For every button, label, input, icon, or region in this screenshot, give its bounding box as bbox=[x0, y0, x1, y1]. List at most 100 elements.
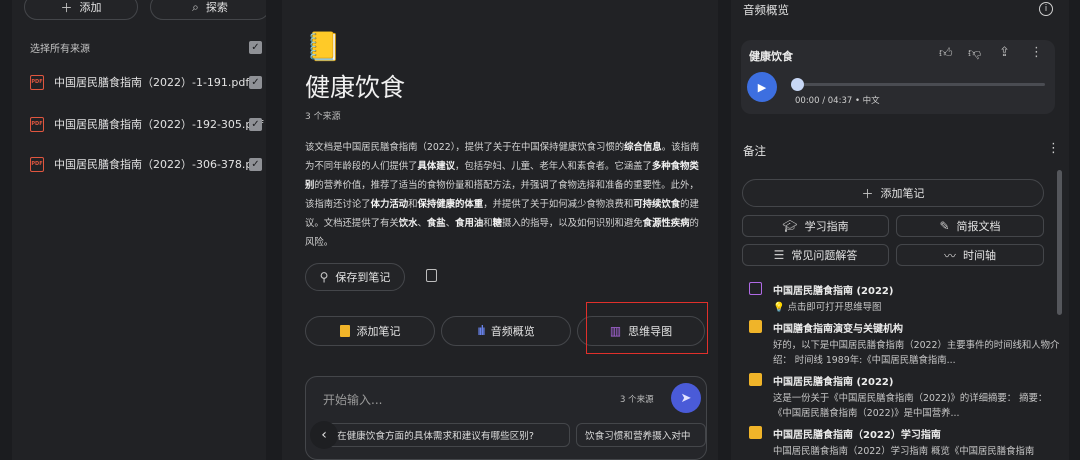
summary-segment: 综合信息 bbox=[624, 142, 662, 153]
notebook-title: 健康饮食 bbox=[305, 73, 406, 102]
note-desc: 这是一份关于《中国居民膳食指南（2022)》的详细摘要： 摘要：《中国居民膳食指… bbox=[773, 393, 1048, 419]
thumbs-up-icon[interactable]: 👍︎ bbox=[939, 46, 953, 61]
pdf-icon: PDF bbox=[30, 74, 44, 90]
suggestions-back-button[interactable]: ‹ bbox=[310, 421, 338, 449]
timeline-button[interactable]: 〰 时间轴 bbox=[896, 244, 1044, 266]
pin-icon: ⚲ bbox=[319, 270, 329, 284]
note-item[interactable]: 中国居民膳食指南 (2022) 这是一份关于《中国居民膳食指南（2022)》的详… bbox=[749, 373, 1061, 421]
add-note-button[interactable]: ＋ 添加笔记 bbox=[742, 179, 1044, 207]
note-item[interactable]: 中国居民膳食指南 (2022) 💡 点击即可打开思维导图 bbox=[749, 282, 1061, 315]
source-checkbox[interactable]: ✓ bbox=[249, 76, 262, 89]
summary-segment: ，包括孕妇、儿童、老年人和素食者。它涵盖了 bbox=[455, 161, 652, 172]
source-name: 中国居民膳食指南（2022）-306-378.p... bbox=[54, 158, 263, 171]
play-icon: ▶ bbox=[757, 80, 767, 94]
audio-progress-knob[interactable] bbox=[791, 78, 804, 91]
summary-segment: 、 bbox=[445, 218, 456, 229]
audio-wave-icon: ıılı bbox=[477, 323, 486, 339]
notes-scrollbar[interactable] bbox=[1057, 170, 1062, 315]
summary-segment: 摄入的指导，以及如何识别和避免 bbox=[502, 218, 643, 229]
note-title: 中国居民膳食指南 (2022) bbox=[773, 286, 894, 297]
source-item[interactable]: PDF 中国居民膳食指南（2022）-306-378.p... bbox=[30, 154, 266, 174]
briefing-doc-label: 简报文档 bbox=[956, 220, 1001, 233]
source-item[interactable]: PDF 中国居民膳食指南（2022）-192-305.pdf bbox=[30, 114, 266, 134]
pdf-icon: PDF bbox=[30, 116, 44, 132]
explore-label: 探索 bbox=[205, 1, 228, 14]
add-note-action-button[interactable]: 添加笔记 bbox=[305, 316, 435, 346]
audio-overview-action-button[interactable]: ıılı 音频概览 bbox=[441, 316, 571, 346]
save-to-note-label: 保存到笔记 bbox=[335, 271, 391, 284]
share-icon[interactable]: ⇪ bbox=[999, 45, 1010, 60]
note-desc: 💡 点击即可打开思维导图 bbox=[773, 302, 882, 313]
suggestion-chip[interactable]: 饮食习惯和营养摄入对中 bbox=[576, 423, 706, 447]
send-button[interactable]: ➤ bbox=[671, 383, 701, 413]
audio-title: 健康饮食 bbox=[749, 50, 793, 63]
source-name: 中国居民膳食指南（2022）-192-305.pdf bbox=[54, 118, 264, 131]
play-button[interactable]: ▶ bbox=[747, 72, 777, 102]
source-checkbox[interactable]: ✓ bbox=[249, 118, 262, 131]
note-desc: 好的，以下是中国居民膳食指南（2022）主要事件的时间线和人物介绍： 时间线 1… bbox=[773, 340, 1060, 366]
send-icon: ➤ bbox=[680, 390, 692, 406]
note-desc: 中国居民膳食指南（2022）学习指南 概览《中国居民膳食指南（2022）》是关于… bbox=[773, 446, 1035, 457]
notebook-emoji: 📒 bbox=[306, 30, 341, 63]
summary-segment: 食源性疾病 bbox=[642, 218, 690, 229]
note-icon bbox=[749, 320, 762, 333]
note-item[interactable]: 中国膳食指南演变与关键机构 好的，以下是中国居民膳食指南（2022）主要事件的时… bbox=[749, 320, 1061, 368]
suggestion-chip-label: 饮食习惯和营养摄入对中 bbox=[585, 431, 691, 442]
sources-panel: ＋ 添加 ⌕ 探索 选择所有来源 ✓ PDF 中国居民膳食指南（2022）-1-… bbox=[12, 0, 266, 460]
source-name: 中国居民膳食指南（2022）-1-191.pdf bbox=[54, 76, 250, 89]
thumbs-down-icon[interactable]: 👎︎ bbox=[968, 46, 981, 61]
notebook-source-count: 3 个来源 bbox=[305, 112, 341, 122]
study-guide-button[interactable]: 🎓︎ 学习指南 bbox=[742, 215, 889, 237]
notebook-summary: 该文档是中国居民膳食指南（2022），提供了关于在中国保持健康饮食习惯的综合信息… bbox=[305, 138, 703, 252]
save-to-note-button[interactable]: ⚲ 保存到笔记 bbox=[305, 263, 405, 291]
chat-source-count: 3 个来源 bbox=[620, 395, 654, 405]
chat-panel: 📒 健康饮食 3 个来源 该文档是中国居民膳食指南（2022），提供了关于在中国… bbox=[282, 0, 718, 460]
more-vert-icon[interactable]: ⋮ bbox=[1030, 45, 1043, 60]
note-icon bbox=[749, 426, 762, 439]
audio-card: 健康饮食 👍︎ 👎︎ ⇪ ⋮ ▶ 00:00 / 04:37 • 中文 bbox=[741, 40, 1055, 114]
note-title: 中国居民膳食指南（2022）学习指南 bbox=[773, 430, 941, 441]
copy-icon[interactable] bbox=[426, 269, 437, 282]
info-icon[interactable]: i bbox=[1039, 2, 1053, 16]
summary-segment: 、 bbox=[417, 218, 427, 229]
add-note-action-label: 添加笔记 bbox=[356, 325, 401, 338]
summary-segment: ，并提供了关于如何减少食物浪费和 bbox=[483, 199, 634, 210]
chevron-left-icon: ‹ bbox=[321, 427, 327, 443]
explore-button[interactable]: ⌕ 探索 bbox=[150, 0, 266, 20]
studio-panel: 音频概览 i 健康饮食 👍︎ 👎︎ ⇪ ⋮ ▶ 00:00 / 04:37 • … bbox=[731, 0, 1069, 460]
note-icon bbox=[339, 325, 350, 337]
audio-progress-track[interactable] bbox=[797, 83, 1045, 86]
summary-segment: 体力活动 bbox=[370, 199, 409, 210]
summary-segment: 具体建议 bbox=[417, 161, 456, 172]
notes-more-icon[interactable]: ⋮ bbox=[1047, 141, 1060, 156]
summary-segment: 食盐 bbox=[426, 218, 446, 229]
audio-overview-action-label: 音频概览 bbox=[490, 325, 535, 338]
note-item[interactable]: 中国居民膳食指南（2022）学习指南 中国居民膳食指南（2022）学习指南 概览… bbox=[749, 426, 1061, 460]
briefing-doc-button[interactable]: ✎ 简报文档 bbox=[896, 215, 1044, 237]
note-icon bbox=[749, 373, 762, 386]
plus-icon: ＋ bbox=[861, 186, 874, 201]
study-guide-label: 学习指南 bbox=[804, 220, 849, 233]
graduation-cap-icon: 🎓︎ bbox=[782, 219, 798, 233]
suggestion-chip[interactable]: 在健康饮食方面的具体需求和建议有哪些区别? bbox=[326, 423, 570, 447]
document-edit-icon: ✎ bbox=[939, 219, 950, 233]
timeline-icon: 〰 bbox=[943, 248, 956, 263]
source-checkbox[interactable]: ✓ bbox=[249, 158, 262, 171]
map-icon bbox=[749, 282, 762, 295]
source-item[interactable]: PDF 中国居民膳食指南（2022）-1-191.pdf bbox=[30, 72, 266, 92]
chat-input-box[interactable]: 开始输入... 3 个来源 ➤ ‹ 在健康饮食方面的具体需求和建议有哪些区别? … bbox=[305, 376, 707, 460]
add-source-button[interactable]: ＋ 添加 bbox=[24, 0, 138, 20]
select-all-checkbox[interactable]: ✓ bbox=[249, 41, 262, 54]
summary-segment: 保持健康的体重 bbox=[417, 199, 484, 210]
add-source-label: 添加 bbox=[79, 1, 102, 14]
summary-segment: 食用油 bbox=[455, 218, 484, 229]
pdf-icon: PDF bbox=[30, 156, 44, 172]
summary-segment: 糖 bbox=[492, 218, 502, 229]
summary-segment: 可持续饮食 bbox=[633, 199, 681, 210]
suggestion-chip-label: 在健康饮食方面的具体需求和建议有哪些区别? bbox=[337, 431, 534, 442]
search-sparkle-icon: ⌕ bbox=[192, 0, 199, 14]
faq-button[interactable]: ☰ 常见问题解答 bbox=[742, 244, 889, 266]
chat-input[interactable]: 开始输入... bbox=[323, 391, 382, 408]
select-all-label: 选择所有来源 bbox=[30, 44, 90, 55]
note-title: 中国膳食指南演变与关键机构 bbox=[773, 324, 903, 335]
